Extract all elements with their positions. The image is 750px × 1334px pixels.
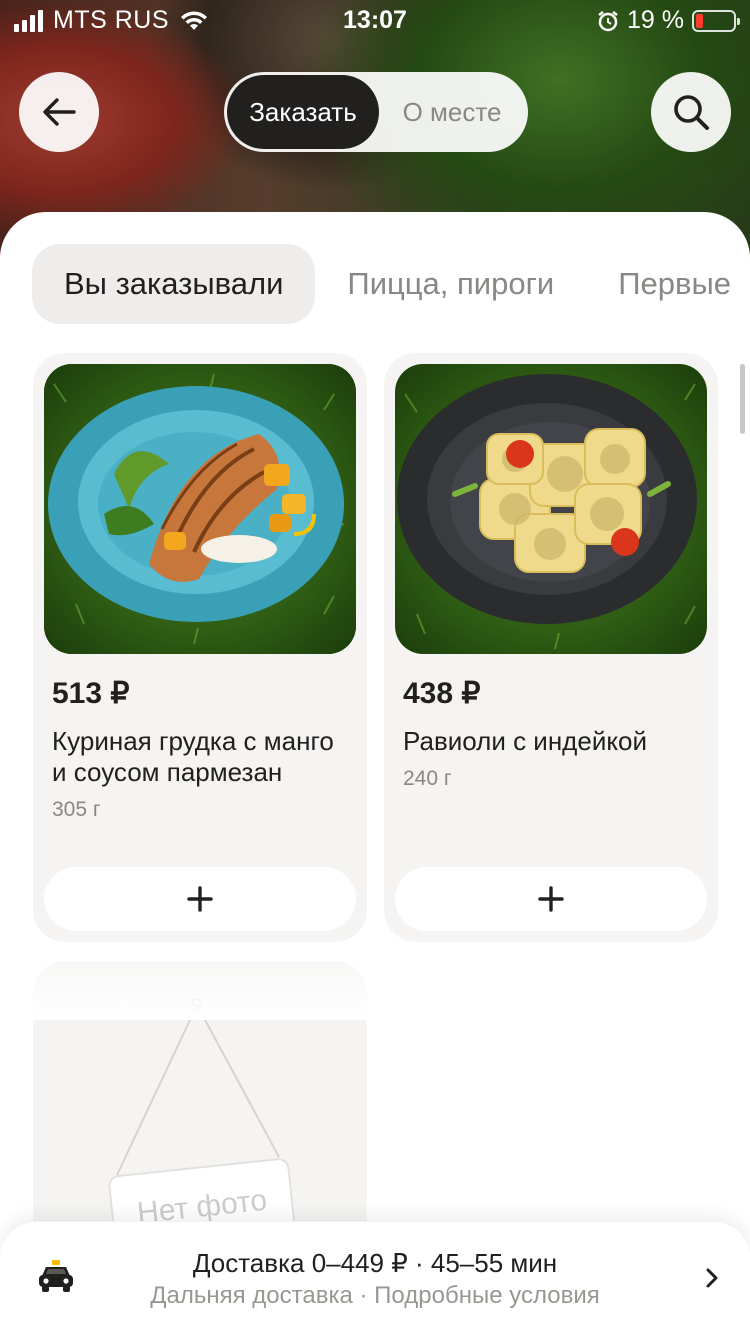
- ravioli-dish-image: [395, 364, 707, 654]
- tab-order[interactable]: Заказать: [227, 75, 379, 149]
- battery-level-fill: [696, 13, 703, 28]
- product-title: Равиоли с индейкой: [403, 726, 647, 756]
- chicken-dish-image: [44, 364, 356, 654]
- plus-icon: [187, 886, 213, 912]
- arrow-left-icon: [43, 98, 76, 126]
- search-button[interactable]: [651, 72, 731, 152]
- status-right: 19 %: [597, 6, 740, 35]
- back-button[interactable]: [19, 72, 99, 152]
- product-price: 513 ₽: [52, 677, 130, 710]
- tab-about-place[interactable]: О месте: [379, 75, 525, 149]
- list-fade: [0, 930, 750, 1020]
- order-about-switch: Заказать О месте: [224, 72, 528, 152]
- menu-sheet: Вы заказывали Пицца, пироги Первые 513 ₽…: [0, 212, 750, 1334]
- category-tabs: Вы заказывали Пицца, пироги Первые: [32, 244, 750, 324]
- product-card[interactable]: 513 ₽ Куриная грудка с манго и соусом па…: [33, 353, 367, 942]
- category-tab-pizza[interactable]: Пицца, пироги: [315, 244, 586, 324]
- battery-icon: [692, 9, 740, 32]
- add-to-cart-button[interactable]: [395, 867, 707, 931]
- product-card[interactable]: 438 ₽ Равиоли с индейкой 240 г: [384, 353, 718, 942]
- category-tab-first-courses[interactable]: Первые: [586, 244, 750, 324]
- chevron-right-icon: [706, 1268, 718, 1288]
- category-tab-ordered[interactable]: Вы заказывали: [32, 244, 316, 324]
- search-icon: [674, 95, 709, 130]
- battery-percent: 19 %: [627, 6, 684, 34]
- product-title: Куриная грудка с манго и соусом пармезан: [52, 726, 334, 787]
- product-weight: 240 г: [403, 767, 452, 790]
- alarm-icon: [598, 10, 618, 31]
- plus-icon: [538, 886, 564, 912]
- product-photo: [395, 364, 707, 654]
- delivery-conditions: Дальняя доставка · Подробные условия: [150, 1282, 600, 1309]
- product-photo: [44, 364, 356, 654]
- add-to-cart-button[interactable]: [44, 867, 356, 931]
- delivery-info-bar[interactable]: Доставка 0–449 ₽ · 45–55 мин Дальняя дос…: [0, 1222, 750, 1334]
- product-price: 438 ₽: [403, 677, 481, 710]
- status-bar: MTS RUS 13:07 19 %: [0, 0, 750, 40]
- product-weight: 305 г: [52, 798, 101, 821]
- scroll-indicator[interactable]: [740, 364, 745, 434]
- delivery-cost-time: Доставка 0–449 ₽ · 45–55 мин: [192, 1248, 558, 1278]
